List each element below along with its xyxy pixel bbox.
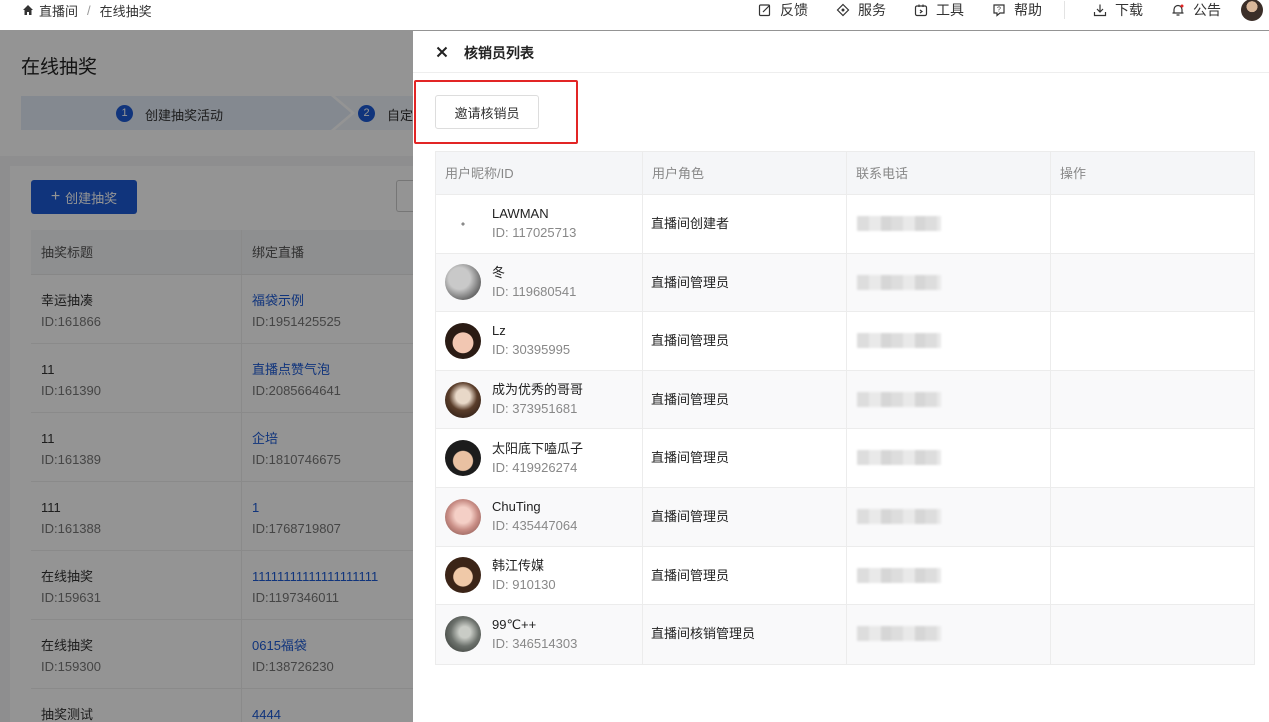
close-icon[interactable]	[435, 45, 449, 59]
column-header-actions: 操作	[1060, 166, 1087, 181]
table-row: 成为优秀的哥哥 ID: 373951681 直播间管理员	[436, 370, 1254, 430]
table-row: Lz ID: 30395995 直播间管理员	[436, 312, 1254, 371]
top-nav: 反馈 服务 工具 ? 帮助 下载 公告	[730, 0, 1269, 21]
table-row: 韩江传媒 ID: 910130 直播间管理员	[436, 546, 1254, 606]
phone-number-redacted	[857, 567, 941, 583]
drawer-title: 核销员列表	[464, 45, 534, 61]
actions-cell	[1051, 605, 1254, 664]
phone-number-redacted	[857, 216, 941, 231]
tools-icon	[914, 4, 928, 17]
avatar	[445, 322, 481, 359]
home-icon[interactable]	[22, 4, 34, 16]
avatar	[445, 440, 481, 477]
invite-verifier-button[interactable]: 邀请核销员	[435, 95, 539, 129]
column-header-role: 用户角色	[643, 152, 847, 194]
breadcrumb-current: 在线抽奖	[99, 3, 152, 19]
download-icon	[1093, 4, 1107, 17]
help-icon: ?	[993, 4, 1005, 17]
verifier-table: 用户昵称/ID 用户角色 联系电话 操作 LAWMAN ID: 117025713…	[435, 151, 1255, 665]
nav-tools[interactable]: 工具	[914, 0, 964, 20]
avatar	[445, 498, 481, 535]
avatar	[445, 264, 481, 301]
breadcrumb-separator: /	[87, 2, 91, 18]
actions-cell	[1051, 371, 1254, 429]
nav-notice[interactable]: 公告	[1171, 0, 1221, 20]
svg-text:?: ?	[997, 7, 1001, 14]
top-bar: 直播间 / 在线抽奖 反馈 服务 工具 ? 帮助 下载 公告	[0, 0, 1269, 30]
avatar	[445, 616, 481, 653]
service-icon	[836, 3, 850, 17]
table-row: 99℃++ ID: 346514303 直播间核销管理员	[436, 605, 1254, 664]
avatar	[445, 205, 481, 242]
breadcrumb: 直播间 / 在线抽奖	[22, 0, 152, 20]
table-row: ChuTing ID: 435447064 直播间管理员	[436, 487, 1254, 547]
phone-number-redacted	[857, 508, 941, 524]
phone-number-redacted	[857, 626, 941, 642]
nav-divider	[1064, 1, 1065, 19]
drawer-header: 核销员列表	[413, 31, 1269, 73]
phone-number-redacted	[857, 450, 941, 466]
actions-cell	[1051, 547, 1254, 605]
avatar	[445, 381, 481, 418]
table-row: 冬 ID: 119680541 直播间管理员	[436, 253, 1254, 313]
user-avatar[interactable]	[1241, 0, 1263, 21]
actions-cell	[1051, 254, 1254, 312]
phone-number-redacted	[857, 333, 941, 349]
nav-help[interactable]: ? 帮助	[992, 0, 1042, 20]
verifier-table-header: 用户昵称/ID 用户角色 联系电话 操作	[436, 152, 1254, 195]
nav-service[interactable]: 服务	[836, 0, 886, 20]
breadcrumb-home[interactable]: 直播间	[39, 1, 78, 20]
table-row: LAWMAN ID: 117025713 直播间创建者	[436, 195, 1254, 254]
actions-cell	[1051, 429, 1254, 487]
phone-number-redacted	[857, 391, 941, 407]
actions-cell	[1051, 488, 1254, 546]
avatar	[445, 557, 481, 594]
nav-download[interactable]: 下载	[1093, 0, 1143, 20]
phone-number-redacted	[857, 274, 941, 290]
column-header-phone: 联系电话	[847, 152, 1051, 194]
actions-cell	[1051, 195, 1254, 253]
bell-icon	[1172, 4, 1184, 16]
verifier-drawer: 核销员列表 邀请核销员 用户昵称/ID 用户角色 联系电话 操作 LAWMAN I…	[413, 31, 1269, 722]
feedback-icon	[758, 4, 771, 17]
column-header-user: 用户昵称/ID	[436, 152, 643, 194]
actions-cell	[1051, 312, 1254, 370]
table-row: 太阳底下嗑瓜子 ID: 419926274 直播间管理员	[436, 429, 1254, 488]
nav-feedback[interactable]: 反馈	[758, 0, 808, 20]
